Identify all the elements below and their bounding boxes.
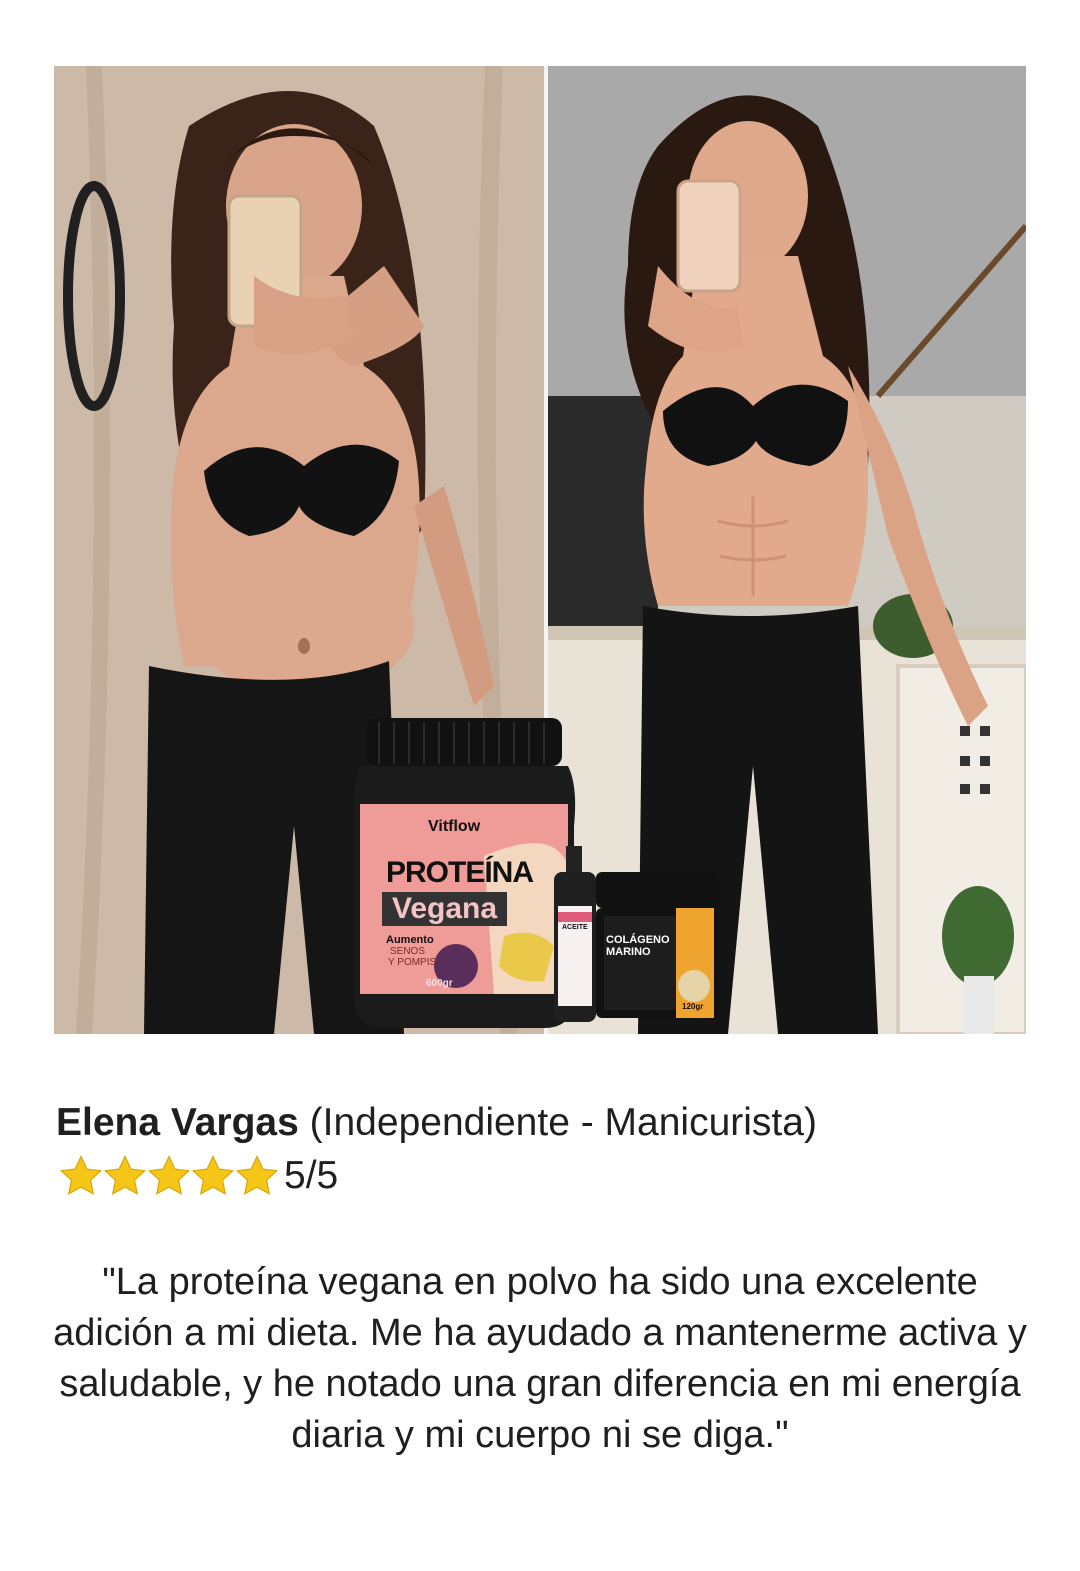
before-after-photo: Vitflow PROTEÍNA Vegana Aumento SENOS Y … <box>54 66 1026 1034</box>
reviewer-name: Elena Vargas <box>56 1101 299 1144</box>
rating-row: 5/5 <box>58 1148 338 1204</box>
star-rating <box>58 1152 279 1200</box>
jar-title-2: Vegana <box>382 892 508 926</box>
collagen-title-1: COLÁGENO <box>606 934 670 946</box>
oil-bottle <box>554 846 596 1022</box>
star-icon <box>147 1155 191 1195</box>
jar-brand: Vitflow <box>428 818 481 835</box>
star-icon <box>59 1155 103 1195</box>
rating-text: 5/5 <box>284 1154 339 1197</box>
jar-subtitle-2: SENOS <box>390 946 426 957</box>
jar-subtitle-1: Aumento <box>386 934 434 946</box>
jar-title-1: PROTEÍNA <box>386 856 534 889</box>
reviewer-line: Elena Vargas (Independiente - Manicurist… <box>56 1097 1036 1149</box>
products-overlay <box>353 718 720 1028</box>
bottle-label: ACEITE <box>562 924 588 931</box>
star-icon <box>191 1155 235 1195</box>
jar-weight: 600gr <box>426 978 453 989</box>
collagen-title-2: MARINO <box>606 946 651 958</box>
review-quote: "La proteína vegana en polvo ha sido una… <box>53 1261 1027 1456</box>
star-icon <box>235 1155 279 1195</box>
reviewer-role: (Independiente - Manicurista) <box>309 1101 817 1144</box>
collagen-weight: 120gr <box>682 1002 704 1011</box>
jar-subtitle-3: Y POMPIS <box>388 957 437 968</box>
star-icon <box>103 1155 147 1195</box>
